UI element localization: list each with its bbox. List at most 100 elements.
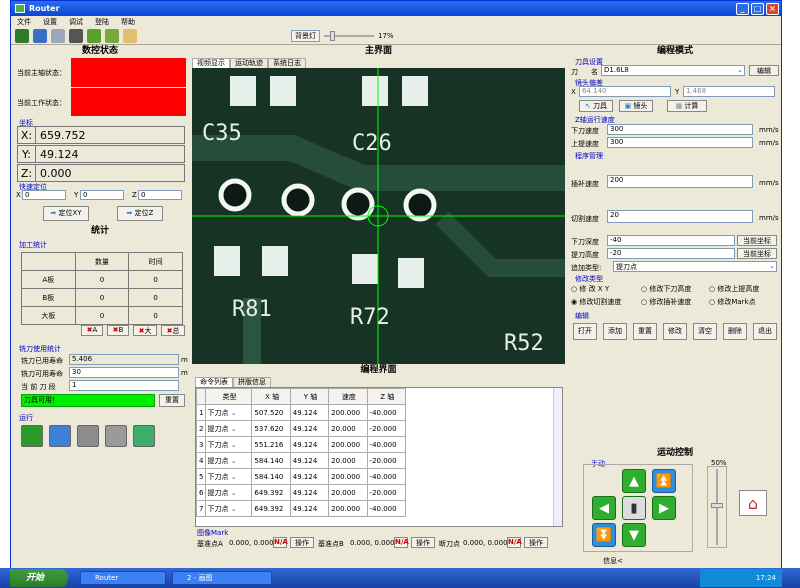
tool-pos-button[interactable]: ↖ 刀具 xyxy=(579,100,613,112)
radio-mod-feed[interactable]: ○ 修改插补速度 xyxy=(641,297,691,307)
add-button[interactable]: 添加 xyxy=(603,323,627,340)
speed-cell: 20.000 xyxy=(328,452,368,469)
menu-file[interactable]: 文件 xyxy=(17,17,31,27)
ref-b-op-button[interactable]: 操作 xyxy=(411,537,435,548)
loop-icon[interactable] xyxy=(133,425,155,447)
clear-big-button[interactable]: ✖大 xyxy=(133,325,157,336)
image-icon[interactable] xyxy=(105,28,119,43)
goto-z-button[interactable]: ➡ 定位Z xyxy=(117,206,163,221)
arrow-down-icon[interactable]: ▼ xyxy=(622,523,646,547)
menu-login[interactable]: 登陆 xyxy=(95,17,109,27)
ref-a-op-button[interactable]: 操作 xyxy=(290,537,314,548)
tool-select[interactable]: D1.6L8 ⌄ xyxy=(601,65,745,76)
calculator-icon: ▦ xyxy=(675,102,683,110)
radio-mod-mark[interactable]: ○ 修改Mark点 xyxy=(709,297,756,307)
cam-pos-button[interactable]: ▣ 镜头 xyxy=(619,100,653,112)
add-type-select[interactable]: 提刀点 ⌄ xyxy=(613,261,777,272)
lift-current-button[interactable]: 当前坐标 xyxy=(737,248,777,259)
pencil-icon[interactable] xyxy=(123,28,137,43)
book-icon[interactable] xyxy=(87,28,101,43)
step-icon[interactable] xyxy=(77,425,99,447)
clear-total-label: 总 xyxy=(172,327,180,335)
type-select[interactable]: 下刀点 ⌄ xyxy=(204,468,253,485)
z-up-icon[interactable]: ⏫ xyxy=(652,469,676,493)
arrow-left-icon[interactable]: ◀ xyxy=(592,496,616,520)
quick-x-input[interactable]: 0 xyxy=(22,190,66,200)
clear-button[interactable]: 清空 xyxy=(693,323,717,340)
radio-mod-up[interactable]: ○ 修改上提高度 xyxy=(709,284,759,294)
bg-light-button[interactable]: 背景灯 xyxy=(291,29,320,42)
goto-xy-button[interactable]: ➡ 定位XY xyxy=(43,206,89,221)
light-slider[interactable] xyxy=(324,30,374,42)
reset-program-button[interactable]: 重置 xyxy=(633,323,657,340)
avail-life-input[interactable]: 30 xyxy=(69,367,179,378)
play-icon[interactable] xyxy=(21,425,43,447)
depth-input[interactable]: -40 xyxy=(607,235,735,246)
maximize-button[interactable]: □ xyxy=(751,2,764,15)
table-row[interactable]: 1 下刀点 ⌄ 507.520 49.124 200.000 -40.000 xyxy=(196,404,407,421)
type-select[interactable]: 下刀点 ⌄ xyxy=(204,404,253,421)
quick-y-input[interactable]: 0 xyxy=(80,190,124,200)
table-row[interactable]: 2 提刀点 ⌄ 537.620 49.124 20.000 -20.000 xyxy=(196,420,407,437)
table-row[interactable]: 4 提刀点 ⌄ 584.140 49.124 20.000 -20.000 xyxy=(196,452,407,469)
menu-debug[interactable]: 调试 xyxy=(69,17,83,27)
lift-input[interactable]: -20 xyxy=(607,248,735,259)
type-select[interactable]: 提刀点 ⌄ xyxy=(204,484,253,501)
type-select[interactable]: 提刀点 ⌄ xyxy=(204,420,253,437)
edit-tool-button[interactable]: 编辑 xyxy=(749,65,779,76)
tab-log[interactable]: 系统日志 xyxy=(268,58,306,68)
tab-commands[interactable]: 命令列表 xyxy=(195,377,233,387)
break-op-button[interactable]: 操作 xyxy=(524,537,548,548)
clear-a-button[interactable]: ✖A xyxy=(81,325,103,336)
down-speed-input[interactable]: 300 xyxy=(607,124,753,135)
radio-mod-xy[interactable]: ○ 修 改 X Y xyxy=(571,284,609,294)
z-down-icon[interactable]: ⏬ xyxy=(592,523,616,547)
depth-current-button[interactable]: 当前坐标 xyxy=(737,235,777,246)
clear-b-button[interactable]: ✖B xyxy=(107,325,129,336)
table-row[interactable]: 6 提刀点 ⌄ 649.392 49.124 20.000 -20.000 xyxy=(196,484,407,501)
home-icon[interactable]: ⌂ xyxy=(739,490,767,516)
segment-input[interactable]: 1 xyxy=(69,380,179,391)
table-row[interactable]: 3 下刀点 ⌄ 551.216 49.124 200.000 -40.000 xyxy=(196,436,407,453)
save-icon[interactable] xyxy=(15,28,29,43)
modify-button[interactable]: 修改 xyxy=(663,323,687,340)
pause-icon[interactable] xyxy=(105,425,127,447)
stop-icon[interactable] xyxy=(49,425,71,447)
minimize-button[interactable]: _ xyxy=(736,2,749,15)
command-scrollbar[interactable] xyxy=(553,388,562,526)
camera-view[interactable]: C35 C26 R81 R72 R52 xyxy=(192,68,565,364)
type-select[interactable]: 提刀点 ⌄ xyxy=(204,452,253,469)
open-button[interactable]: 打开 xyxy=(573,323,597,340)
feed-speed-input[interactable]: 200 xyxy=(607,175,753,188)
radio-mod-down[interactable]: ○ 修改下刀高度 xyxy=(641,284,691,294)
arrow-right-icon[interactable]: ▶ xyxy=(652,496,676,520)
camera-icon[interactable] xyxy=(69,28,83,43)
menu-settings[interactable]: 设置 xyxy=(43,17,57,27)
table-row[interactable]: 7 下刀点 ⌄ 649.392 49.124 200.000 -40.000 xyxy=(196,500,407,517)
reset-button[interactable]: 重置 xyxy=(159,394,185,407)
center-icon[interactable]: ▮ xyxy=(622,496,646,520)
close-button[interactable]: × xyxy=(766,2,779,15)
radio-mod-cut[interactable]: ◉ 修改切割速度 xyxy=(571,297,621,307)
clear-total-button[interactable]: ✖总 xyxy=(161,325,185,336)
settings-icon[interactable] xyxy=(51,28,65,43)
task-router[interactable]: Router xyxy=(80,571,166,585)
type-select[interactable]: 下刀点 ⌄ xyxy=(204,436,253,453)
calc-button[interactable]: ▦ 计算 xyxy=(667,100,707,112)
refresh-icon[interactable] xyxy=(33,28,47,43)
type-select[interactable]: 下刀点 ⌄ xyxy=(204,500,253,517)
cut-speed-input[interactable]: 20 xyxy=(607,210,753,223)
delete-button[interactable]: 删除 xyxy=(723,323,747,340)
up-speed-input[interactable]: 300 xyxy=(607,137,753,148)
table-row[interactable]: 5 下刀点 ⌄ 584.140 49.124 200.000 -40.000 xyxy=(196,468,407,485)
task-paint[interactable]: 2 - 画图 xyxy=(172,571,272,585)
tab-video[interactable]: 视频显示 xyxy=(192,58,230,68)
arrow-up-icon[interactable]: ▲ xyxy=(622,469,646,493)
quick-z-input[interactable]: 0 xyxy=(138,190,182,200)
exit-button[interactable]: 退出 xyxy=(753,323,777,340)
speed-slider[interactable] xyxy=(707,466,727,548)
start-button[interactable]: 开始 xyxy=(10,569,68,587)
tab-panel-info[interactable]: 拼版信息 xyxy=(233,377,271,387)
menu-help[interactable]: 帮助 xyxy=(121,17,135,27)
tab-trajectory[interactable]: 运动轨迹 xyxy=(230,58,268,68)
